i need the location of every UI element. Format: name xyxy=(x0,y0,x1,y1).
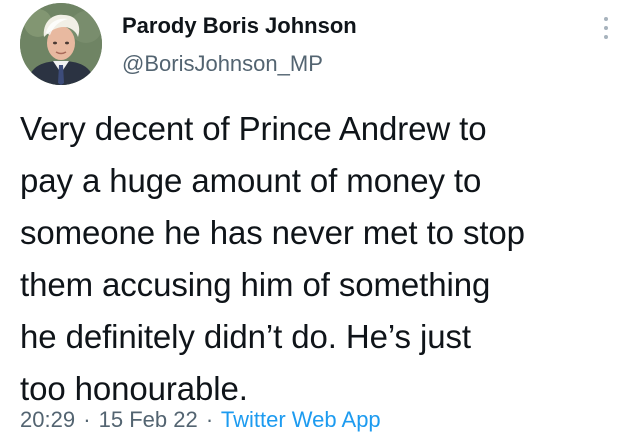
tweet-text-line: them accusing him of something xyxy=(20,266,491,303)
tweet-source-link[interactable]: Twitter Web App xyxy=(221,407,381,432)
avatar[interactable] xyxy=(20,3,102,85)
tweet-text-line: Very decent of Prince Andrew to xyxy=(20,110,487,147)
profile-photo-icon xyxy=(20,3,102,85)
tweet-text-line: someone he has never met to stop xyxy=(20,214,525,251)
tweet-meta: 20:29 · 15 Feb 22 · Twitter Web App xyxy=(20,406,381,434)
tweet-text-line: pay a huge amount of money to xyxy=(20,162,482,199)
tweet-card: Parody Boris Johnson @BorisJohnson_MP Ve… xyxy=(0,0,634,442)
tweet-time[interactable]: 20:29 xyxy=(20,407,75,432)
meta-separator: · xyxy=(205,407,214,432)
meta-separator: · xyxy=(83,407,91,432)
tweet-date[interactable]: 15 Feb 22 xyxy=(99,407,198,432)
more-options-icon[interactable] xyxy=(597,14,615,42)
user-handle[interactable]: @BorisJohnson_MP xyxy=(122,51,323,77)
tweet-text-line: he definitely didn’t do. He’s just xyxy=(20,318,471,355)
display-name[interactable]: Parody Boris Johnson xyxy=(122,13,357,39)
tweet-text: Very decent of Prince Andrew to pay a hu… xyxy=(20,103,624,415)
